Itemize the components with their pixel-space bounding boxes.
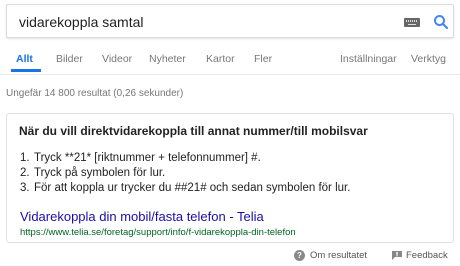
feedback-link[interactable]: Feedback [406, 250, 448, 261]
tab-verktyg[interactable]: Verktyg [411, 53, 446, 65]
step-number: 3. [20, 182, 30, 194]
snippet-steps: 1. Tryck **21* [riktnummer + telefonnumme… [20, 151, 350, 196]
feedback-icon[interactable] [392, 251, 402, 260]
help-icon[interactable]: ? [294, 250, 305, 261]
result-url: https://www.telia.se/foretag/support/inf… [20, 227, 296, 238]
tab-fler[interactable]: Fler [254, 53, 272, 65]
snippet-heading: När du vill direktvidarekoppla till anna… [19, 124, 368, 138]
search-box[interactable]: vidarekoppla samtal [6, 4, 454, 38]
step-text: För att koppla ur trycker du ##21# och s… [34, 182, 351, 194]
tab-bilder[interactable]: Bilder [56, 53, 83, 65]
search-icon[interactable] [432, 13, 450, 31]
keyboard-icon[interactable] [404, 18, 420, 27]
about-result-link[interactable]: Om resultatet [310, 250, 367, 261]
step-text: Tryck på symbolen för lur. [34, 167, 166, 179]
active-tab-indicator [11, 69, 41, 72]
result-stats: Ungefär 14 800 resultat (0,26 sekunder) [6, 88, 184, 99]
tab-allt[interactable]: Allt [16, 53, 33, 65]
tabs-divider [0, 74, 460, 75]
list-item: 3. För att koppla ur trycker du ##21# och… [20, 181, 350, 196]
list-item: 1. Tryck **21* [riktnummer + telefonnumme… [20, 151, 350, 166]
result-title-link[interactable]: Vidarekoppla din mobil/fasta telefon - T… [20, 209, 264, 224]
tab-videor[interactable]: Videor [102, 53, 132, 65]
search-input[interactable]: vidarekoppla samtal [19, 14, 144, 30]
step-number: 2. [20, 167, 30, 179]
step-text: Tryck **21* [riktnummer + telefonnummer]… [34, 152, 261, 164]
featured-snippet-card: När du vill direktvidarekoppla till anna… [6, 113, 454, 243]
tab-nyheter[interactable]: Nyheter [149, 53, 186, 65]
list-item: 2. Tryck på symbolen för lur. [20, 166, 350, 181]
step-number: 1. [20, 152, 30, 164]
search-tabs: Allt Bilder Videor Nyheter Kartor Fler I… [0, 40, 460, 74]
tab-installningar[interactable]: Inställningar [340, 53, 397, 65]
tab-kartor[interactable]: Kartor [206, 53, 235, 65]
